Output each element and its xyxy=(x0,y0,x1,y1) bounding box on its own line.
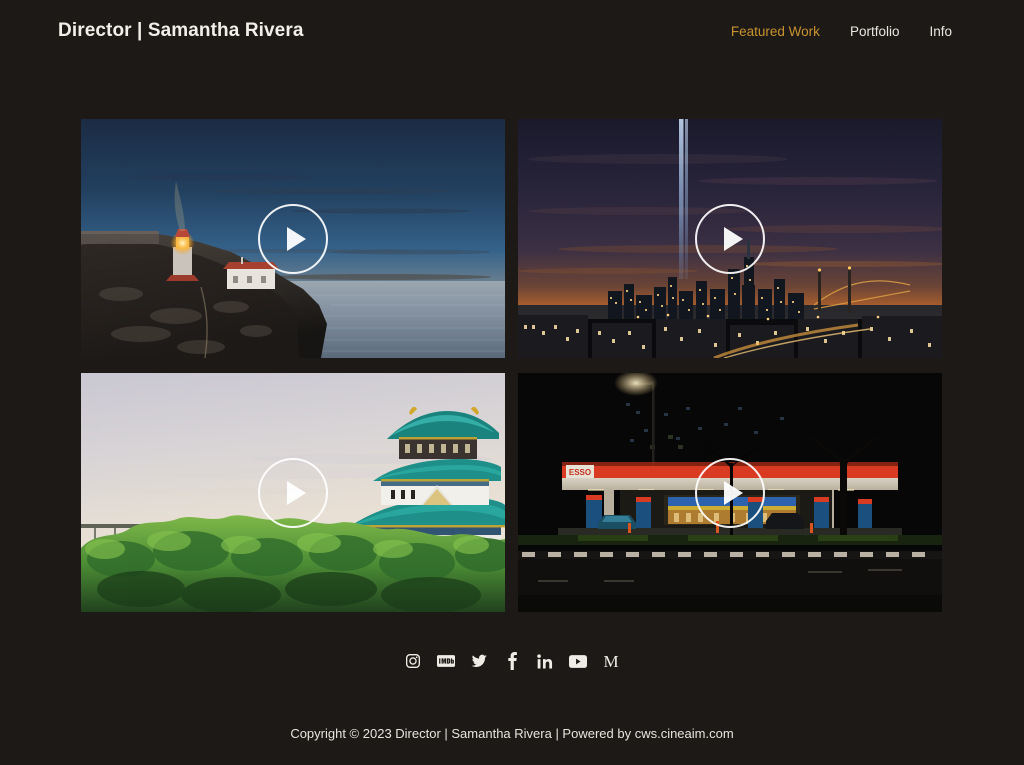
play-button[interactable] xyxy=(258,203,328,274)
linkedin-icon xyxy=(537,653,553,668)
esso-sign-text: ESSO xyxy=(569,468,591,477)
site-header: Director | Samantha Rivera Featured Work… xyxy=(0,0,1024,62)
social-link-youtube[interactable] xyxy=(567,650,589,672)
copyright-text: Copyright © 2023 Director | Samantha Riv… xyxy=(290,726,734,741)
social-link-facebook[interactable] xyxy=(501,650,523,672)
play-button[interactable] xyxy=(258,457,328,528)
main-navigation: Featured Work Portfolio Info xyxy=(731,24,952,39)
youtube-icon xyxy=(569,654,587,668)
video-thumbnail-castle[interactable] xyxy=(81,373,505,612)
page-root: Director | Samantha Rivera Featured Work… xyxy=(0,0,1024,765)
social-links: M xyxy=(0,650,1024,672)
play-icon xyxy=(723,480,743,505)
imdb-icon xyxy=(437,655,455,667)
social-link-twitter[interactable] xyxy=(468,650,490,672)
instagram-icon xyxy=(406,654,420,668)
facebook-icon xyxy=(507,652,517,670)
video-thumbnail-city-skyline[interactable] xyxy=(518,119,942,358)
nav-item-featured-work[interactable]: Featured Work xyxy=(731,24,820,39)
video-thumbnail-gas-station[interactable]: ESSO xyxy=(518,373,942,612)
nav-item-info[interactable]: Info xyxy=(929,24,952,39)
twitter-icon xyxy=(471,654,487,667)
nav-item-portfolio[interactable]: Portfolio xyxy=(850,24,900,39)
social-link-instagram[interactable] xyxy=(402,650,424,672)
play-button[interactable] xyxy=(695,457,765,528)
social-link-medium[interactable]: M xyxy=(600,650,622,672)
featured-work-grid: ESSO xyxy=(81,119,942,612)
video-thumbnail-lighthouse[interactable] xyxy=(81,119,505,358)
play-icon xyxy=(286,226,306,251)
medium-icon: M xyxy=(603,651,619,671)
play-icon xyxy=(723,226,743,251)
play-button[interactable] xyxy=(695,203,765,274)
social-link-linkedin[interactable] xyxy=(534,650,556,672)
site-brand-title: Director | Samantha Rivera xyxy=(58,20,304,41)
social-link-imdb[interactable] xyxy=(435,650,457,672)
play-icon xyxy=(286,480,306,505)
